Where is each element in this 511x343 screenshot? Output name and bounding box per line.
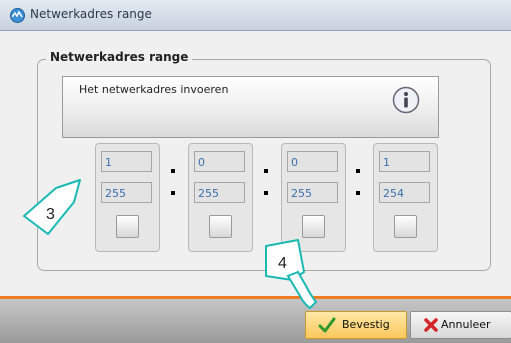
step-4-callout: 4 bbox=[265, 239, 318, 310]
step-3-number: 3 bbox=[46, 206, 55, 223]
octet-1-checkbox[interactable] bbox=[116, 215, 139, 238]
info-text: Het netwerkadres invoeren bbox=[79, 83, 229, 96]
step-4-number: 4 bbox=[278, 255, 287, 272]
separator-dot bbox=[171, 169, 175, 173]
group-legend: Netwerkadres range bbox=[46, 50, 193, 64]
info-panel: Het netwerkadres invoeren bbox=[62, 76, 439, 138]
octet-3-end-field[interactable]: 255 bbox=[287, 182, 338, 203]
separator-dot bbox=[264, 169, 268, 173]
octet-3-checkbox[interactable] bbox=[302, 215, 325, 238]
separator-dot bbox=[356, 169, 360, 173]
hand-pointer-icon bbox=[286, 270, 318, 310]
octet-4-start-field[interactable]: 1 bbox=[379, 151, 430, 172]
cancel-x-icon bbox=[424, 318, 438, 332]
octet-2-start-field[interactable]: 0 bbox=[194, 151, 245, 172]
octet-4-checkbox[interactable] bbox=[394, 215, 417, 238]
separator-dot bbox=[264, 191, 268, 195]
cancel-button[interactable]: Annuleer bbox=[410, 311, 511, 339]
octet-2-checkbox[interactable] bbox=[209, 215, 232, 238]
app-icon bbox=[10, 8, 25, 23]
info-icon[interactable] bbox=[392, 86, 420, 114]
confirm-button[interactable]: Bevestig bbox=[305, 311, 407, 339]
confirm-button-label: Bevestig bbox=[342, 318, 390, 331]
separator-dot bbox=[171, 191, 175, 195]
title-bar: Netwerkadres range bbox=[0, 0, 511, 31]
octet-2-end-field[interactable]: 255 bbox=[194, 182, 245, 203]
cancel-button-label: Annuleer bbox=[441, 318, 491, 331]
separator-dot bbox=[356, 191, 360, 195]
octet-4: 1 254 bbox=[373, 143, 438, 252]
window-title: Netwerkadres range bbox=[30, 7, 152, 21]
octet-1-start-field[interactable]: 1 bbox=[101, 151, 152, 172]
octet-1: 1 255 bbox=[95, 143, 160, 252]
checkmark-icon bbox=[318, 317, 336, 333]
octet-2: 0 255 bbox=[188, 143, 253, 252]
octet-3-start-field[interactable]: 0 bbox=[287, 151, 338, 172]
octet-4-end-field[interactable]: 254 bbox=[379, 182, 430, 203]
step-3-callout: 3 bbox=[23, 179, 81, 235]
octet-1-end-field[interactable]: 255 bbox=[101, 182, 152, 203]
